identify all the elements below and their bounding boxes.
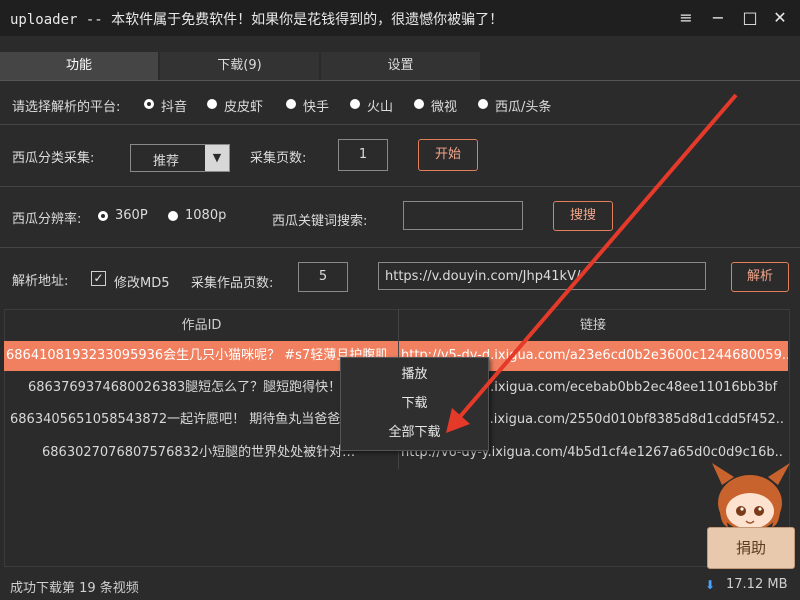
donate-button[interactable]: 捐助 (707, 527, 795, 569)
status-message: 成功下载第 19 条视频 (10, 581, 139, 596)
annotation-arrow (446, 93, 738, 433)
download-size: 17.12 MB (726, 577, 788, 592)
download-arrow-icon: ⬇ (705, 578, 716, 592)
